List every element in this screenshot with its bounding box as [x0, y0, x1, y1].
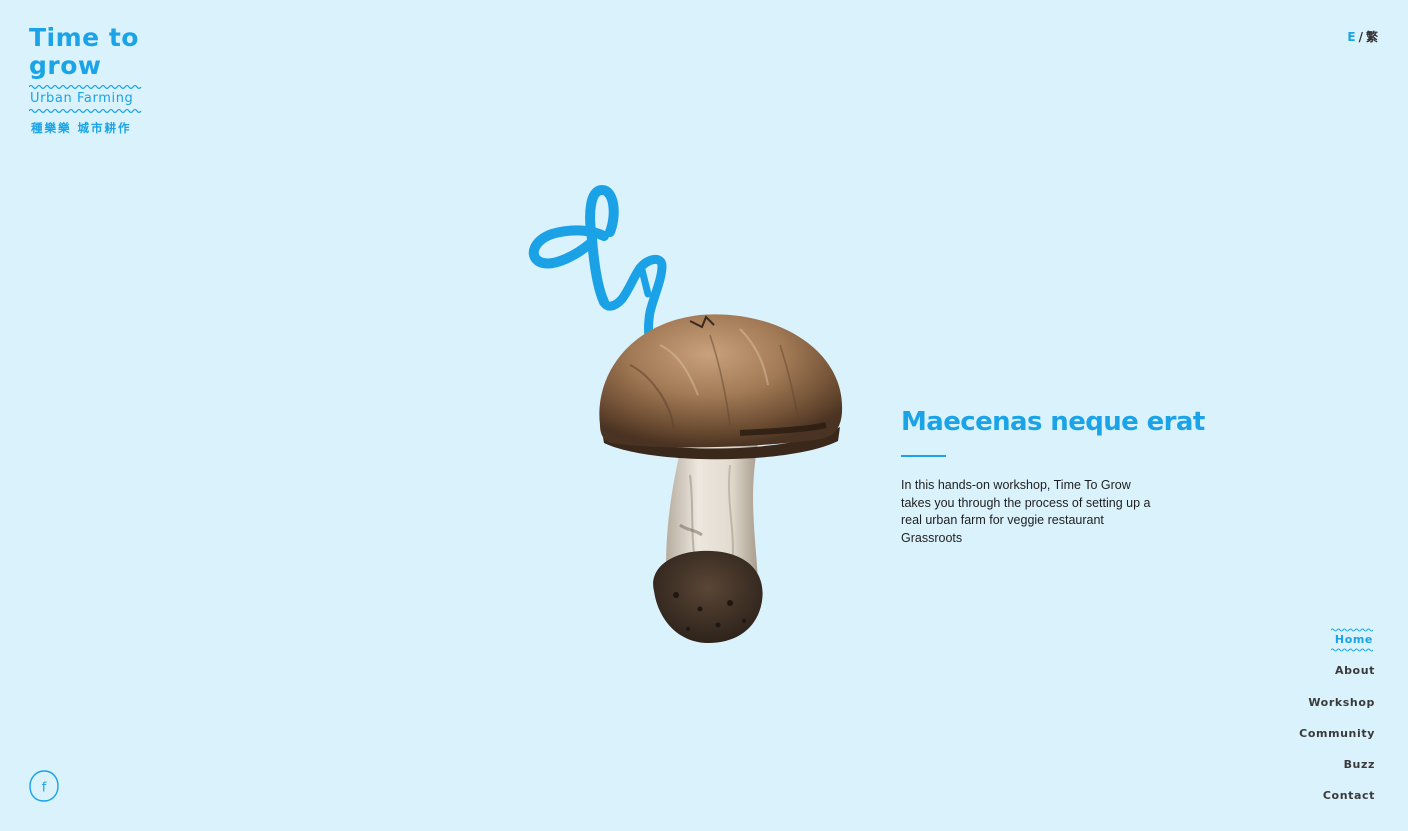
nav-item-contact[interactable]: Contact — [1299, 784, 1375, 815]
nav-item-home[interactable]: Home — [1299, 628, 1375, 659]
nav-item-buzz[interactable]: Buzz — [1299, 753, 1375, 784]
language-chinese[interactable]: 繁 — [1366, 30, 1378, 44]
nav-item-community[interactable]: Community — [1299, 722, 1375, 753]
nav-item-workshop[interactable]: Workshop — [1299, 691, 1375, 722]
hero-description: In this hands-on workshop, Time To Grow … — [901, 478, 1151, 545]
nav-wave-bottom — [1330, 648, 1373, 652]
logo-chinese-name: 種樂樂 城市耕作 — [31, 121, 132, 135]
hero-title: Maecenas neque erat — [901, 407, 1205, 437]
nav-label-home: Home — [1334, 633, 1373, 646]
facebook-icon[interactable]: f — [28, 769, 60, 803]
site-logo[interactable]: Time to grow Urban Farming 種樂樂 城市耕作 — [29, 24, 144, 136]
page: Time to grow Urban Farming 種樂樂 城市耕作 E / 繁 — [0, 0, 1408, 831]
logo-title: Time to grow — [29, 23, 139, 80]
language-english[interactable]: E — [1347, 30, 1355, 44]
nav-active-indicator: Home — [1330, 628, 1375, 652]
logo-subtitle: Urban Farming — [30, 91, 134, 106]
nav-wave-top — [1330, 628, 1373, 632]
language-separator: / — [1358, 30, 1363, 44]
logo-wave-divider — [29, 108, 142, 114]
hero-text: Maecenas neque erat In this hands-on wor… — [901, 404, 1205, 547]
language-switch: E / 繁 — [1347, 28, 1378, 45]
main-nav: Home About Workshop Community Buzz Conta… — [1299, 628, 1375, 816]
nav-item-about[interactable]: About — [1299, 659, 1375, 690]
hero-divider — [901, 455, 946, 457]
mushroom-image — [599, 314, 843, 643]
facebook-glyph: f — [42, 781, 47, 796]
